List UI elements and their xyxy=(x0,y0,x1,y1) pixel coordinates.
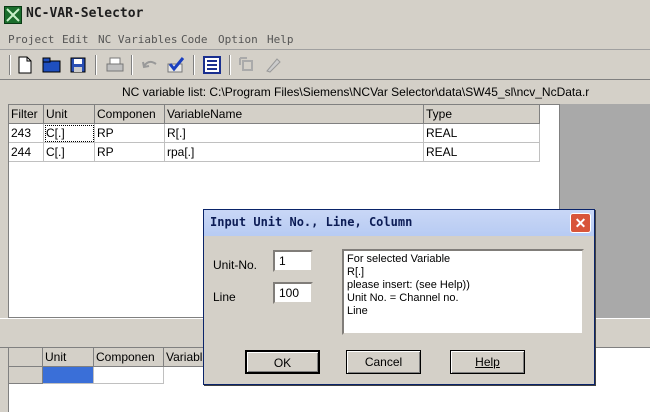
unit-no-input[interactable] xyxy=(273,250,313,272)
dialog-title: Input Unit No., Line, Column xyxy=(210,215,413,229)
path-label: NC variable list: C:\Program Files\Sieme… xyxy=(122,85,590,99)
table-cell[interactable]: REAL xyxy=(424,124,540,143)
menu-project[interactable]: Project xyxy=(8,33,54,46)
save-icon[interactable] xyxy=(67,54,89,76)
line-label: Line xyxy=(213,290,236,304)
row-header xyxy=(9,367,43,384)
column-header-unit[interactable]: Unit xyxy=(43,348,94,367)
column-header-variable-name[interactable]: VariableName xyxy=(165,105,424,124)
print-icon[interactable] xyxy=(104,54,126,76)
app-icon xyxy=(4,6,22,24)
row-header-corner xyxy=(9,348,43,367)
menu-edit[interactable]: Edit xyxy=(62,33,89,46)
info-line: please insert: (see Help)) xyxy=(347,279,470,291)
toolbar-separator xyxy=(193,55,195,75)
column-header-component[interactable]: Componen xyxy=(95,105,165,124)
ok-button[interactable]: OK xyxy=(245,350,320,374)
check-icon[interactable] xyxy=(165,54,187,76)
window-title: NC-VAR-Selector xyxy=(26,6,144,21)
input-unit-dialog: Input Unit No., Line, Column ✕ Unit-No. … xyxy=(203,209,595,385)
title-bar: NC-VAR-Selector xyxy=(0,0,650,30)
variable-list-path: NC variable list: C:\Program Files\Sieme… xyxy=(0,81,650,103)
toolbar xyxy=(0,51,650,80)
table-cell[interactable]: C[.] xyxy=(44,124,95,143)
cancel-button[interactable]: Cancel xyxy=(346,350,421,374)
unit-no-label: Unit-No. xyxy=(213,258,258,272)
help-button[interactable]: Help xyxy=(450,350,525,374)
menu-code[interactable]: Code xyxy=(181,33,208,46)
edit-icon[interactable] xyxy=(262,54,284,76)
open-folder-icon[interactable] xyxy=(41,54,63,76)
menu-help[interactable]: Help xyxy=(267,33,294,46)
menu-option[interactable]: Option xyxy=(218,33,258,46)
toolbar-separator xyxy=(131,55,133,75)
info-line: For selected Variable xyxy=(347,253,451,265)
table-cell[interactable]: R[.] xyxy=(165,124,424,143)
column-header-component[interactable]: Componen xyxy=(94,348,164,367)
column-header-unit[interactable]: Unit xyxy=(44,105,95,124)
list-icon[interactable] xyxy=(201,54,223,76)
toolbar-separator xyxy=(95,55,97,75)
undo-icon[interactable] xyxy=(139,54,161,76)
table-cell[interactable]: RP xyxy=(95,124,165,143)
toolbar-separator xyxy=(9,55,11,75)
info-line: R[.] xyxy=(347,266,365,278)
table-cell[interactable]: C[.] xyxy=(44,143,95,162)
dialog-title-bar: Input Unit No., Line, Column xyxy=(204,210,594,236)
select-icon[interactable] xyxy=(236,54,258,76)
column-header-filter[interactable]: Filter xyxy=(9,105,44,124)
selected-cell[interactable] xyxy=(43,367,94,384)
table-cell[interactable]: 244 xyxy=(9,143,44,162)
help-info-box: For selected Variable R[.] please insert… xyxy=(342,249,584,335)
close-icon[interactable]: ✕ xyxy=(570,213,591,233)
column-header-type[interactable]: Type xyxy=(424,105,540,124)
toolbar-separator xyxy=(229,55,231,75)
table-cell[interactable]: 243 xyxy=(9,124,44,143)
table-cell[interactable]: REAL xyxy=(424,143,540,162)
table-cell[interactable]: RP xyxy=(95,143,165,162)
info-line: Line xyxy=(347,305,368,317)
new-file-icon[interactable] xyxy=(14,54,36,76)
info-line: Unit No. = Channel no. xyxy=(347,292,459,304)
line-input[interactable] xyxy=(273,282,313,304)
table-cell[interactable] xyxy=(94,367,164,384)
menu-nc-variables[interactable]: NC Variables xyxy=(98,33,177,46)
table-cell[interactable]: rpa[.] xyxy=(165,143,424,162)
